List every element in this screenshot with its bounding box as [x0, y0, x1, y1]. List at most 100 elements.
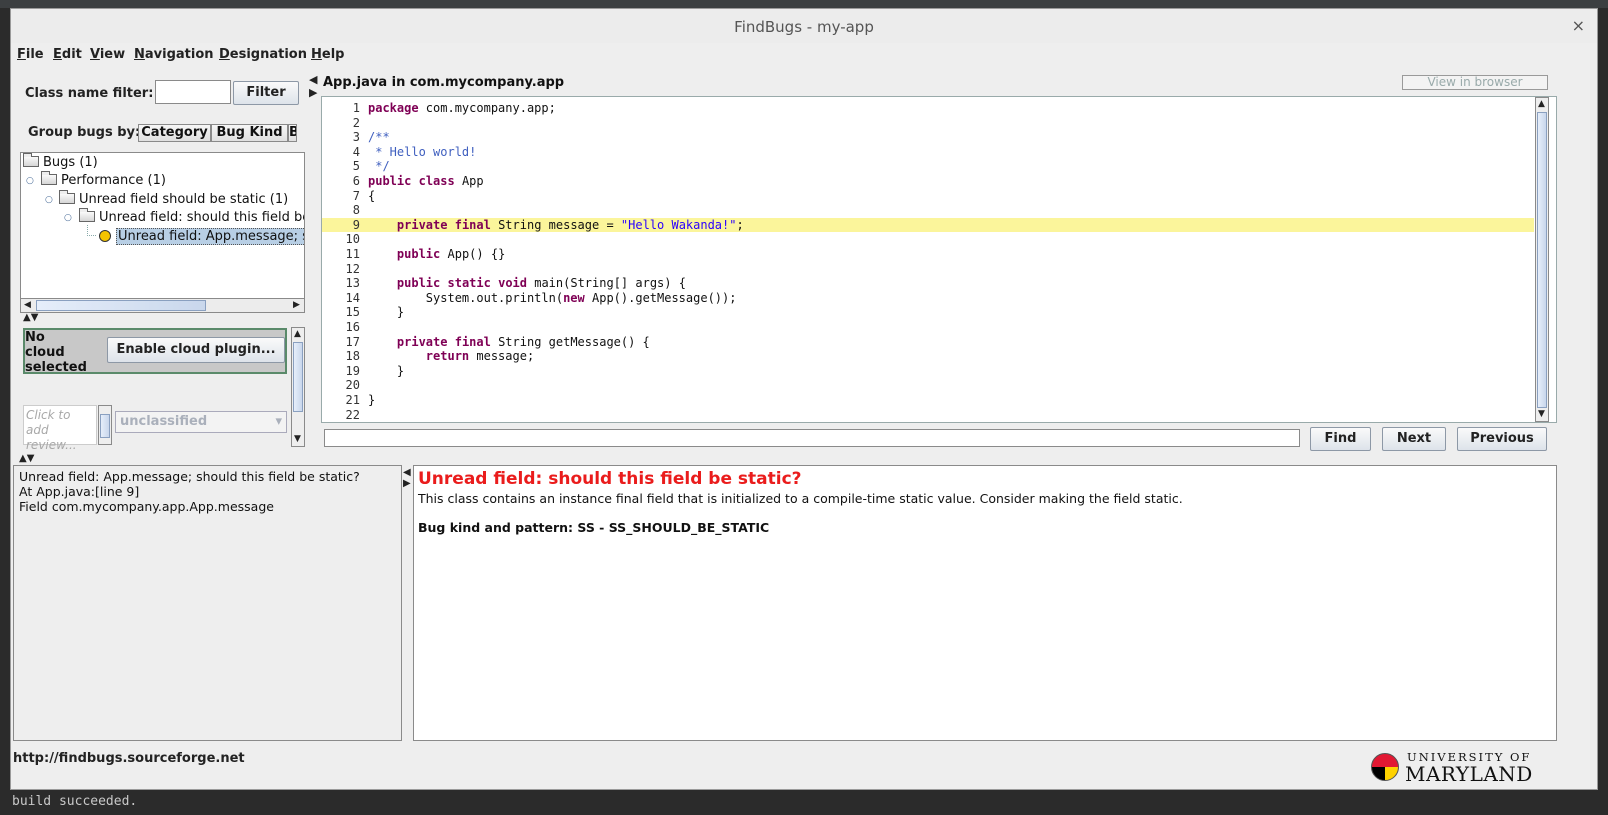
- code-line: 21}: [322, 393, 1534, 407]
- findbugs-window: FindBugs - my-app × File Edit View Navig…: [10, 8, 1598, 790]
- background-ide-gutter: [0, 8, 10, 815]
- scroll-down-icon[interactable]: ▼: [1538, 409, 1545, 419]
- bug-summary-panel: Unread field: App.message; should this f…: [13, 465, 402, 741]
- group-bug-kind-button[interactable]: Bug Kind: [211, 124, 288, 142]
- find-input[interactable]: [324, 429, 1300, 447]
- code-line: 3 /**: [322, 130, 1534, 144]
- group-more-button[interactable]: B: [288, 124, 297, 142]
- line-number: 22: [345, 407, 360, 422]
- status-url[interactable]: http://findbugs.sourceforge.net: [13, 751, 245, 766]
- line-number: 15: [345, 305, 360, 320]
- background-terminal: build succeeded.: [0, 790, 1608, 815]
- tree-node-bugs[interactable]: Bugs (1): [23, 153, 98, 170]
- bug-tree: Bugs (1) ○ Performance (1) ○ Unread fiel…: [20, 152, 305, 300]
- scroll-thumb[interactable]: [1537, 112, 1547, 408]
- menu-file[interactable]: File: [17, 47, 44, 62]
- tree-node-performance[interactable]: Performance (1): [41, 171, 166, 188]
- tree-node-kind[interactable]: Unread field should be static (1): [59, 190, 288, 207]
- source-scrollbar[interactable]: ▲ ▼: [1535, 97, 1549, 422]
- code-text: {: [368, 188, 376, 203]
- code-text: }: [368, 305, 405, 320]
- line-number: 14: [345, 290, 360, 305]
- menu-designation[interactable]: Designation: [219, 47, 307, 62]
- folder-icon: [41, 171, 57, 185]
- line-number: 9: [352, 217, 360, 232]
- previous-button[interactable]: Previous: [1457, 427, 1547, 451]
- split-toggle-icon[interactable]: ▲▼: [23, 312, 38, 323]
- review-textarea[interactable]: Click to add review...: [23, 405, 97, 452]
- code-line: 10: [322, 232, 1534, 246]
- designation-select[interactable]: unclassified ▾: [115, 411, 287, 433]
- code-text: return message;: [425, 349, 535, 364]
- code-line: 11 public App() {}: [322, 247, 1534, 261]
- tree-node-bug[interactable]: Unread field: App.message; should this f…: [99, 228, 304, 245]
- class-filter-label: Class name filter:: [25, 86, 154, 101]
- code-line: 13 public static void main(String[] args…: [322, 276, 1534, 290]
- menu-help[interactable]: Help: [311, 47, 344, 62]
- maryland-seal-icon: [1371, 753, 1399, 781]
- cloud-scrollbar[interactable]: ▲ ▼: [291, 327, 305, 447]
- bug-summary-line: Unread field: App.message; should this f…: [19, 469, 360, 484]
- scroll-thumb[interactable]: [293, 342, 303, 412]
- code-line: 6 public class App: [322, 174, 1534, 188]
- close-icon[interactable]: ×: [1572, 16, 1585, 35]
- folder-icon: [79, 208, 95, 222]
- line-number: 4: [352, 144, 360, 159]
- source-header: App.java in com.mycompany.app View in br…: [321, 73, 1557, 96]
- code-text: */: [368, 159, 390, 174]
- code-text: public class App: [368, 174, 484, 188]
- menu-edit[interactable]: Edit: [53, 47, 82, 62]
- line-number: 19: [345, 363, 360, 378]
- code-text: private final String message = "Hello Wa…: [396, 217, 744, 232]
- code-line: 7{: [322, 189, 1534, 203]
- collapse-icon[interactable]: ○: [26, 176, 34, 186]
- split-toggle-icon[interactable]: ▲▼: [19, 453, 34, 464]
- line-number: 12: [345, 261, 360, 276]
- menu-navigation[interactable]: Navigation: [134, 47, 214, 62]
- bug-location-line: At App.java:[line 9]: [19, 484, 140, 499]
- find-button[interactable]: Find: [1310, 427, 1371, 451]
- terminal-text: build succeeded.: [12, 794, 138, 809]
- code-line: 14 System.out.println(new App().getMessa…: [322, 291, 1534, 305]
- collapse-icon[interactable]: ○: [64, 213, 72, 223]
- next-button[interactable]: Next: [1382, 427, 1446, 451]
- scroll-up-icon[interactable]: ▲: [294, 329, 301, 339]
- code-line: 15 }: [322, 305, 1534, 319]
- code-line: 2: [322, 116, 1534, 130]
- split-expand-icon[interactable]: ◀ ▶: [403, 467, 411, 489]
- scroll-right-icon[interactable]: ▶: [293, 300, 300, 310]
- enable-cloud-button[interactable]: Enable cloud plugin...: [107, 337, 285, 363]
- menu-view[interactable]: View: [90, 47, 125, 62]
- scroll-left-icon[interactable]: ◀: [24, 300, 31, 310]
- group-category-button[interactable]: Category: [138, 124, 211, 142]
- tree-node-pattern[interactable]: Unread field: should this field be stati…: [79, 208, 304, 225]
- scroll-up-icon[interactable]: ▲: [1538, 99, 1545, 109]
- scroll-down-icon[interactable]: ▼: [294, 434, 301, 444]
- line-number: 16: [345, 320, 360, 334]
- bug-priority-icon: [99, 230, 111, 242]
- filter-button[interactable]: Filter: [233, 81, 299, 105]
- view-in-browser-button[interactable]: View in browser: [1402, 75, 1548, 90]
- code-line: 4 * Hello world!: [322, 145, 1534, 159]
- bug-info-panel: Unread field: should this field be stati…: [413, 465, 1557, 741]
- code-text: public App() {}: [396, 247, 506, 261]
- line-number: 1: [352, 101, 360, 115]
- split-expand-icon[interactable]: ◀ ▶: [309, 73, 317, 99]
- code-line: 8: [322, 203, 1534, 217]
- line-number: 7: [352, 188, 360, 203]
- line-number: 18: [345, 349, 360, 364]
- selected-bug-label: Unread field: App.message; should this f…: [116, 228, 304, 245]
- scroll-thumb[interactable]: [36, 300, 206, 311]
- logo-line2: MARYLAND: [1405, 762, 1533, 786]
- chevron-down-icon: ▾: [275, 414, 282, 429]
- code-line: 19 }: [322, 364, 1534, 378]
- code-text: }: [368, 393, 376, 407]
- collapse-icon[interactable]: ○: [45, 195, 53, 205]
- review-scrollbar[interactable]: [98, 405, 112, 445]
- source-code-view[interactable]: 1 package com.mycompany.app; 2 3/** 4 * Hell…: [321, 96, 1557, 423]
- class-filter-input[interactable]: [155, 80, 231, 104]
- code-text: * Hello world!: [368, 144, 477, 159]
- code-line: 12: [322, 262, 1534, 276]
- code-line: 22: [322, 408, 1534, 422]
- tree-horizontal-scrollbar[interactable]: ◀ ▶: [20, 298, 305, 313]
